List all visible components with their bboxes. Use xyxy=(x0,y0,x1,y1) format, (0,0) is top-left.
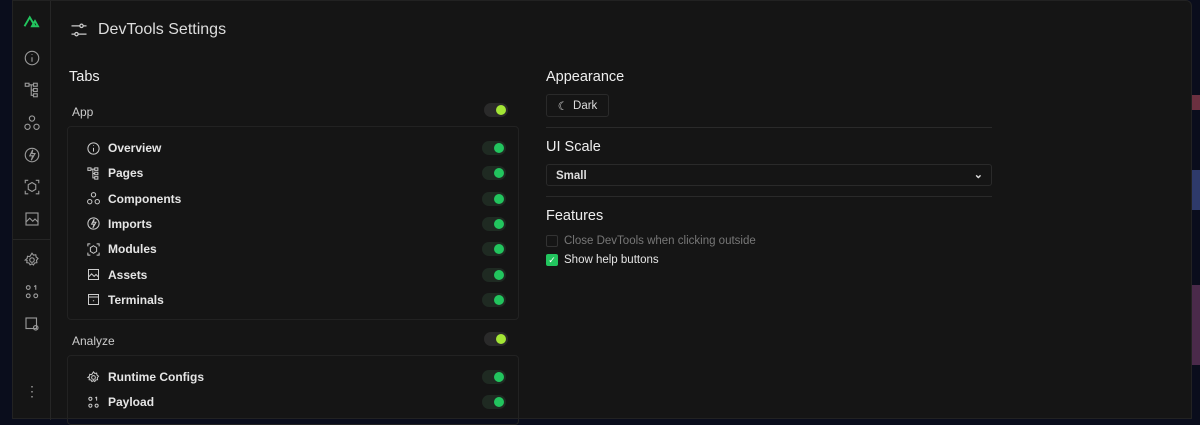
cube-icon xyxy=(87,243,100,256)
ui-scale-select[interactable]: Small ⌄ xyxy=(546,164,992,186)
tab-toggle[interactable] xyxy=(482,141,506,155)
tab-toggle[interactable] xyxy=(482,216,506,231)
checkbox[interactable] xyxy=(546,235,558,247)
terminal-icon xyxy=(88,294,99,306)
tabs-heading: Tabs xyxy=(69,69,100,85)
tab-item: Imports xyxy=(86,214,152,234)
cube-icon[interactable] xyxy=(23,178,41,196)
category-label: Analyze xyxy=(72,334,115,348)
page-title-text: DevTools Settings xyxy=(98,21,227,38)
close-on-outside-checkbox[interactable]: Close DevTools when clicking outside xyxy=(546,235,756,247)
category-box: Overview Pages Components Imports Modules Ass… xyxy=(67,126,519,320)
tab-toggle[interactable] xyxy=(482,267,506,282)
payload-icon xyxy=(88,396,99,408)
lightning-icon xyxy=(87,217,100,231)
tree-icon[interactable] xyxy=(23,81,41,99)
category-toggle[interactable] xyxy=(484,103,508,117)
divider xyxy=(546,127,992,128)
components-icon xyxy=(87,192,100,205)
sidebar: ⋮ xyxy=(13,1,51,420)
page-title: DevTools Settings xyxy=(69,20,226,40)
moon-icon: ☾ xyxy=(557,100,569,113)
features-heading: Features xyxy=(546,208,604,224)
info-icon[interactable] xyxy=(23,49,41,67)
category-toggle[interactable] xyxy=(484,332,508,346)
tab-item: Modules xyxy=(86,239,157,259)
more-vertical-icon[interactable]: ⋮ xyxy=(23,383,41,401)
chevron-down-icon: ⌄ xyxy=(973,169,983,181)
lightning-icon[interactable] xyxy=(23,146,41,164)
tab-item: Runtime Configs xyxy=(86,367,204,387)
devtools-panel: ⋮ DevTools Settings Tabs App Overview Page… xyxy=(12,0,1192,425)
tab-toggle[interactable] xyxy=(482,395,506,410)
category-label: App xyxy=(72,105,94,119)
tab-item: Terminals xyxy=(86,290,164,310)
category-box: Runtime Configs Payload xyxy=(67,355,519,425)
image-icon xyxy=(88,269,99,280)
tab-toggle[interactable] xyxy=(482,292,506,307)
info-icon xyxy=(87,141,100,155)
checkbox-checked[interactable]: ✓ xyxy=(546,254,558,266)
gear-icon[interactable] xyxy=(23,251,41,269)
image-icon[interactable] xyxy=(23,210,41,228)
tab-toggle[interactable] xyxy=(482,242,506,257)
dark-mode-button[interactable]: ☾ Dark xyxy=(546,94,609,117)
tab-item: Pages xyxy=(86,163,143,183)
tab-toggle[interactable] xyxy=(482,166,506,181)
tree-icon xyxy=(87,167,99,180)
ui-scale-heading: UI Scale xyxy=(546,139,601,155)
image-gear-icon[interactable] xyxy=(23,315,41,333)
tab-item: Payload xyxy=(86,392,154,412)
show-help-buttons-checkbox[interactable]: ✓ Show help buttons xyxy=(546,254,659,266)
nuxt-logo-icon[interactable] xyxy=(23,12,41,30)
tab-item: Components xyxy=(86,189,181,209)
tab-item: Assets xyxy=(86,265,147,285)
divider xyxy=(546,196,992,197)
sidebar-divider xyxy=(13,239,51,240)
components-icon[interactable] xyxy=(23,114,41,132)
appearance-heading: Appearance xyxy=(546,69,625,85)
tab-toggle[interactable] xyxy=(482,191,506,206)
tab-toggle[interactable] xyxy=(482,370,506,384)
settings-sliders-icon xyxy=(71,23,87,37)
tab-item: Overview xyxy=(86,138,161,158)
payload-icon[interactable] xyxy=(23,283,41,301)
gear-icon xyxy=(86,370,100,382)
